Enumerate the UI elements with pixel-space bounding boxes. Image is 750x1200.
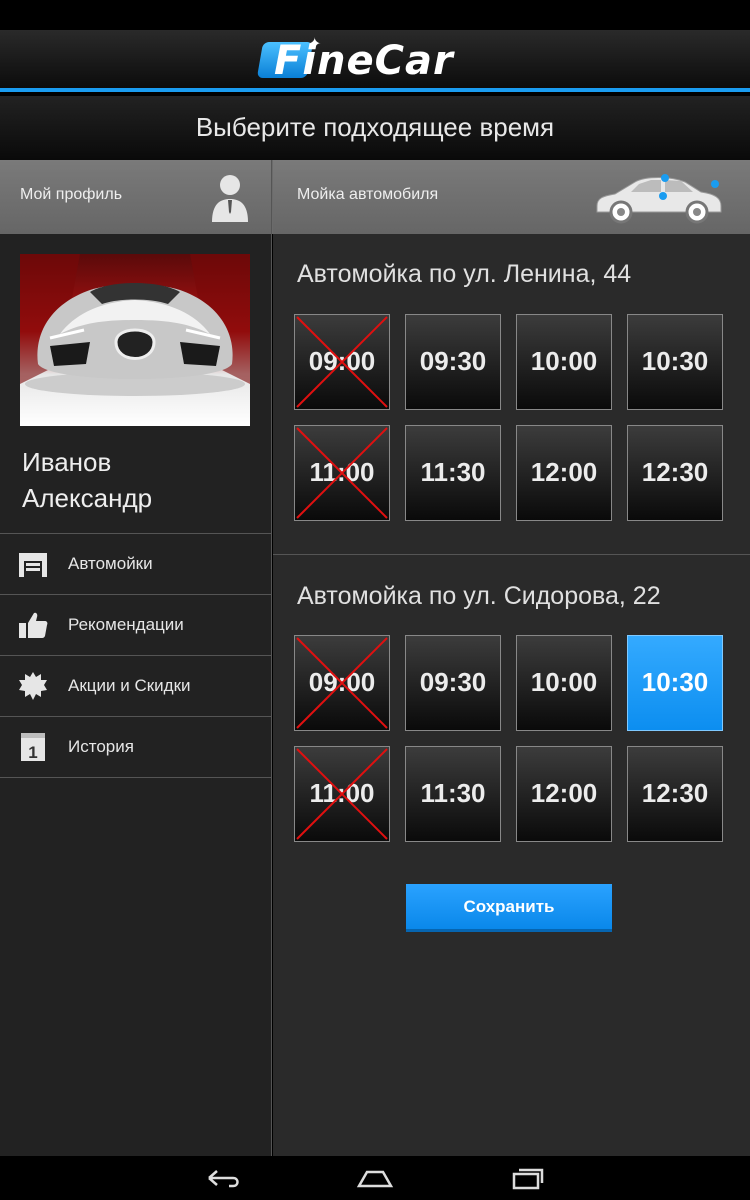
- time-slot[interactable]: 09:30: [405, 635, 501, 731]
- sidebar-item-promotions[interactable]: Акции и Скидки: [0, 656, 272, 717]
- sidebar: Иванов Александр Автомойки Рекомендации …: [0, 234, 272, 1156]
- calendar-icon: 1: [21, 733, 45, 762]
- system-nav-bar: [0, 1156, 750, 1200]
- thumbs-up-icon: [19, 612, 48, 638]
- time-slot-label: 10:30: [641, 346, 709, 376]
- page-title: Выберите подходящее время: [195, 112, 555, 142]
- car-wash-title: Автомойка по ул. Сидорова, 22: [297, 582, 661, 610]
- time-slot-grid: 09:00 09:30 10:00 10:30 11:00 11:30 12:0…: [294, 314, 724, 521]
- finecar-logo: FineCar ✦: [256, 36, 492, 84]
- page-title-bar: Выберите подходящее время: [0, 96, 750, 160]
- sidebar-item-recommendations[interactable]: Рекомендации: [0, 595, 272, 656]
- time-slot-unavailable: 09:00: [294, 314, 390, 410]
- time-slot-label: 10:30: [641, 667, 709, 697]
- time-slot[interactable]: 09:30: [405, 314, 501, 410]
- unavailable-cross-icon: [296, 316, 388, 408]
- sparkle-icon: ✦: [308, 36, 322, 53]
- time-slot[interactable]: 12:00: [516, 746, 612, 842]
- car-icon: [596, 174, 722, 224]
- sidebar-item-history[interactable]: 1 История: [0, 717, 272, 778]
- time-slot-label: 12:30: [641, 778, 709, 808]
- save-button[interactable]: Сохранить: [406, 884, 612, 932]
- time-slot-unavailable: 11:00: [294, 425, 390, 521]
- time-slot-unavailable: 09:00: [294, 635, 390, 731]
- save-button-label: Сохранить: [463, 897, 555, 916]
- unavailable-cross-icon: [296, 748, 388, 840]
- sports-car-image: [20, 254, 250, 396]
- svg-text:1: 1: [28, 743, 37, 762]
- profile-car-photo: [20, 254, 250, 426]
- unavailable-cross-icon: [296, 427, 388, 519]
- time-slot-label: 10:00: [530, 346, 598, 376]
- time-slot[interactable]: 10:00: [516, 635, 612, 731]
- time-selection-panel: Автомойка по ул. Ленина, 44 09:00 09:30 …: [273, 234, 750, 1156]
- time-slot-grid: 09:00 09:30 10:00 10:30 11:00 11:30 12:0…: [294, 635, 724, 842]
- sidebar-menu: Автомойки Рекомендации Акции и Скидки 1 …: [0, 533, 272, 778]
- back-icon[interactable]: [203, 1166, 243, 1190]
- time-slot[interactable]: 10:30: [627, 314, 723, 410]
- time-slot-label: 09:30: [419, 346, 487, 376]
- sidebar-item-label: Автомойки: [68, 554, 153, 573]
- sidebar-item-car-washes[interactable]: Автомойки: [0, 534, 272, 595]
- tab-bar: Мой профиль Мойка автомобиля: [0, 160, 750, 234]
- time-slot[interactable]: 12:30: [627, 746, 723, 842]
- status-bar: [0, 0, 750, 30]
- time-slot-label: 11:30: [420, 778, 486, 808]
- time-slot[interactable]: 10:00: [516, 314, 612, 410]
- unavailable-cross-icon: [296, 637, 388, 729]
- time-slot-label: 09:30: [419, 667, 487, 697]
- user-last-name: Иванов: [22, 447, 112, 477]
- time-slot-label: 10:00: [530, 667, 598, 697]
- section-divider: [273, 554, 750, 555]
- time-slot[interactable]: 12:30: [627, 425, 723, 521]
- time-slot[interactable]: 11:30: [405, 746, 501, 842]
- time-slot[interactable]: 11:30: [405, 425, 501, 521]
- tab-car-wash-label: Мойка автомобиля: [297, 186, 439, 203]
- user-name: Иванов Александр: [22, 444, 262, 516]
- user-first-name: Александр: [22, 483, 153, 513]
- tab-my-profile-label: Мой профиль: [20, 186, 123, 203]
- sidebar-item-label: История: [68, 737, 134, 756]
- sidebar-item-label: Рекомендации: [68, 615, 184, 634]
- time-slot-selected[interactable]: 10:30: [627, 635, 723, 731]
- tab-my-profile[interactable]: Мой профиль: [0, 160, 272, 234]
- logo-text: FineCar: [274, 38, 454, 84]
- home-icon[interactable]: [355, 1166, 395, 1190]
- car-wash-title: Автомойка по ул. Ленина, 44: [297, 260, 632, 288]
- app-header: FineCar ✦: [0, 30, 750, 92]
- garage-icon: [19, 553, 47, 577]
- recent-apps-icon[interactable]: [508, 1166, 548, 1190]
- tab-car-wash[interactable]: Мойка автомобиля: [273, 160, 750, 234]
- time-slot-label: 12:00: [530, 457, 598, 487]
- time-slot-label: 12:00: [530, 778, 598, 808]
- time-slot-label: 11:30: [420, 457, 486, 487]
- starburst-icon: [19, 672, 47, 700]
- time-slot[interactable]: 12:00: [516, 425, 612, 521]
- time-slot-label: 12:30: [641, 457, 709, 487]
- person-icon: [212, 175, 248, 222]
- sidebar-item-label: Акции и Скидки: [68, 676, 191, 695]
- time-slot-unavailable: 11:00: [294, 746, 390, 842]
